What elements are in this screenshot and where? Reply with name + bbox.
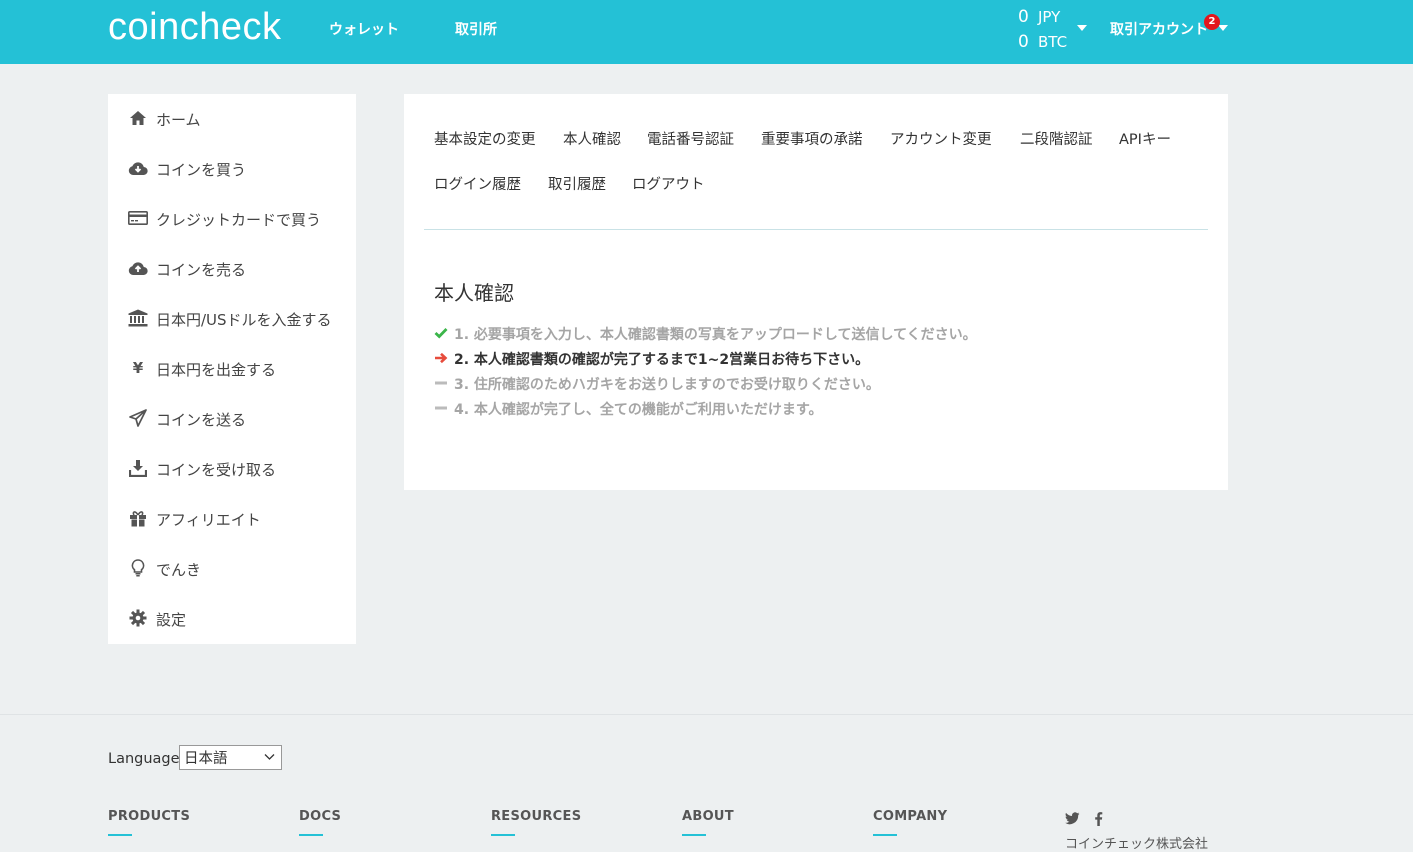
home-icon (127, 108, 149, 128)
language-select[interactable]: 日本語 (179, 745, 282, 770)
tab-divider (424, 229, 1208, 230)
step-text: 1. 必要事項を入力し、本人確認書類の写真をアップロードして送信してください。 (454, 327, 977, 343)
sidebar-item-denki[interactable]: でんき (108, 544, 356, 594)
footer-products[interactable]: PRODUCTS (108, 809, 190, 824)
balance-jpy[interactable]: 0 JPY (1018, 7, 1060, 27)
step-4: 4. 本人確認が完了し、全ての機能がご利用いただけます。 (434, 399, 823, 419)
sidebar-item-credit-card[interactable]: クレジットカードで買う (108, 194, 356, 244)
step-text: 2. 本人確認書類の確認が完了するまで1~2営業日お待ち下さい。 (454, 352, 870, 368)
nav-exchange[interactable]: 取引所 (455, 19, 497, 39)
credit-card-icon (127, 208, 149, 228)
step-3: 3. 住所確認のためハガキをお送りしますのでお受け取りください。 (434, 374, 880, 394)
sidebar-item-sell-coin[interactable]: コインを売る (108, 244, 356, 294)
sidebar-item-buy-coin[interactable]: コインを買う (108, 144, 356, 194)
footer-docs-underline (299, 834, 323, 836)
language-select-value: 日本語 (184, 751, 228, 767)
sidebar-item-withdraw[interactable]: ¥ 日本円を出金する (108, 344, 356, 394)
balance-btc[interactable]: 0 BTC (1018, 32, 1067, 52)
step-2: 2. 本人確認書類の確認が完了するまで1~2営業日お待ち下さい。 (434, 349, 869, 369)
tab-basic-settings[interactable]: 基本設定の変更 (434, 128, 536, 149)
language-label: Language (108, 751, 180, 767)
balance-btc-amount: 0 (1018, 32, 1029, 52)
bank-icon (127, 308, 149, 328)
balance-btc-unit: BTC (1038, 33, 1068, 51)
sidebar-item-home[interactable]: ホーム (108, 94, 356, 144)
tab-terms-approval[interactable]: 重要事項の承諾 (761, 128, 863, 149)
sidebar-item-affiliate[interactable]: アフィリエイト (108, 494, 356, 544)
sidebar-item-deposit[interactable]: 日本円/USドルを入金する (108, 294, 356, 344)
sidebar-item-label: クレジットカードで買う (156, 211, 322, 229)
sidebar-item-label: でんき (156, 561, 202, 579)
sidebar-item-label: コインを売る (156, 261, 247, 279)
cloud-upload-icon (127, 258, 149, 278)
footer-docs[interactable]: DOCS (299, 809, 341, 824)
cloud-download-icon (127, 158, 149, 178)
tab-logout[interactable]: ログアウト (632, 173, 705, 194)
balance-jpy-unit: JPY (1038, 8, 1061, 26)
notification-badge: 2 (1204, 14, 1220, 30)
yen-icon: ¥ (132, 359, 144, 377)
facebook-icon[interactable] (1094, 812, 1103, 830)
sidebar-item-label: ホーム (156, 111, 201, 129)
sidebar-item-settings[interactable]: 設定 (108, 594, 356, 644)
twitter-icon[interactable] (1065, 812, 1080, 829)
footer-company-underline (873, 834, 897, 836)
balance-jpy-amount: 0 (1018, 7, 1029, 27)
sidebar-item-label: アフィリエイト (156, 511, 261, 529)
sidebar-item-label: 設定 (156, 611, 187, 629)
step-1: 1. 必要事項を入力し、本人確認書類の写真をアップロードして送信してください。 (434, 324, 977, 344)
sidebar-item-receive-coin[interactable]: コインを受け取る (108, 444, 356, 494)
footer-products-underline (108, 834, 132, 836)
footer-divider (0, 714, 1413, 715)
settings-panel: 基本設定の変更 本人確認 電話番号認証 重要事項の承諾 アカウント変更 二段階認… (404, 94, 1228, 490)
company-name: コインチェック株式会社 (1065, 837, 1209, 852)
footer-resources-underline (491, 834, 515, 836)
tab-two-factor[interactable]: 二段階認証 (1020, 128, 1093, 149)
step-text: 3. 住所確認のためハガキをお送りしますのでお受け取りください。 (454, 377, 880, 393)
download-icon (127, 458, 149, 478)
sidebar-item-label: コインを受け取る (156, 461, 277, 479)
dash-icon (434, 377, 454, 393)
tab-phone-verification[interactable]: 電話番号認証 (647, 128, 734, 149)
nav-wallet[interactable]: ウォレット (329, 19, 399, 39)
account-caret-icon (1218, 25, 1228, 31)
sidebar-item-label: 日本円/USドルを入金する (156, 311, 332, 329)
logo[interactable]: coincheck (108, 6, 281, 49)
footer-resources[interactable]: RESOURCES (491, 809, 581, 824)
arrow-right-icon (434, 352, 454, 368)
sidebar-item-label: 日本円を出金する (156, 361, 277, 379)
tab-account-change[interactable]: アカウント変更 (890, 128, 992, 149)
top-header: coincheck ウォレット 取引所 0 JPY 0 BTC 取引アカウント 2 (0, 0, 1413, 64)
gift-icon (127, 508, 149, 528)
sidebar-item-send-coin[interactable]: コインを送る (108, 394, 356, 444)
gear-icon (127, 608, 149, 628)
tab-api-key[interactable]: APIキー (1119, 128, 1171, 149)
account-menu[interactable]: 取引アカウント (1110, 19, 1208, 39)
tab-trade-history[interactable]: 取引履歴 (548, 173, 606, 194)
sidebar-item-label: コインを買う (156, 161, 247, 179)
send-icon (127, 408, 149, 428)
sidebar-item-label: コインを送る (156, 411, 247, 429)
tab-login-history[interactable]: ログイン履歴 (434, 173, 521, 194)
section-title: 本人確認 (434, 281, 514, 305)
step-text: 4. 本人確認が完了し、全ての機能がご利用いただけます。 (454, 402, 823, 418)
check-icon (434, 327, 454, 343)
chevron-down-icon (264, 750, 275, 764)
footer-about[interactable]: ABOUT (682, 809, 734, 824)
dash-icon (434, 402, 454, 418)
balance-dropdown-icon[interactable] (1077, 25, 1087, 31)
sidebar: ホーム コインを買う クレジットカードで買う コインを売る 日本円/USドルを入… (108, 94, 356, 644)
footer-about-underline (682, 834, 706, 836)
footer-company[interactable]: COMPANY (873, 809, 947, 824)
lightbulb-icon (127, 558, 149, 578)
tab-identity-verification[interactable]: 本人確認 (563, 128, 621, 149)
